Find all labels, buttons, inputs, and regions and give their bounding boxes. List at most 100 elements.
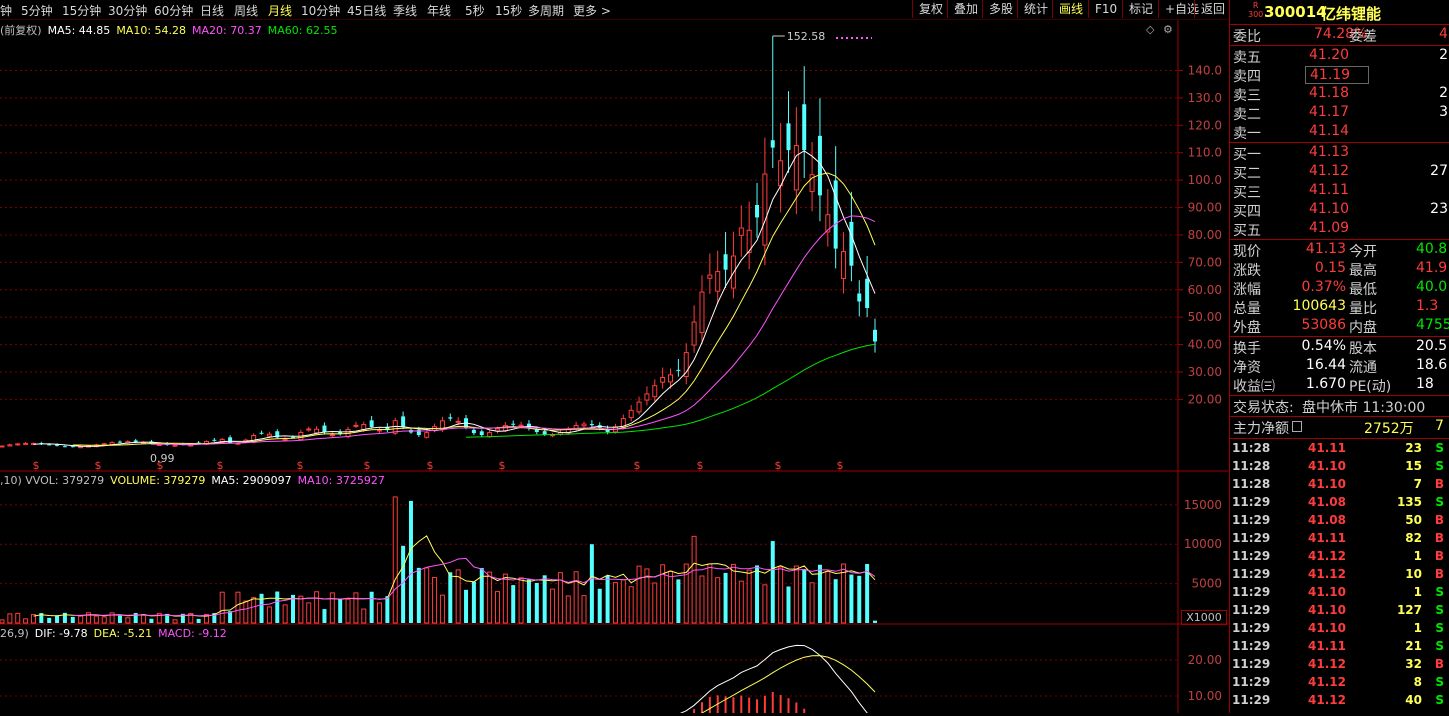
draw-line-button[interactable]: 画线 [1052, 0, 1088, 18]
period-more[interactable]: 更多 > [573, 2, 611, 19]
candle-body [581, 423, 587, 427]
diamond-icon[interactable]: ◇ [1146, 23, 1154, 36]
tick-row: 11:29 41.11 82 B [1230, 531, 1449, 549]
add-favorite-button[interactable]: +自选 [1158, 0, 1199, 18]
volume-bar [424, 567, 430, 624]
volume-bar [746, 569, 752, 624]
candle-body [353, 424, 359, 427]
period-1min[interactable]: 钟 [0, 2, 12, 19]
dividend-marker[interactable]: $ [775, 459, 782, 472]
period-week[interactable]: 周线 [234, 2, 258, 19]
kline-chart-svg[interactable]: 140.0 130.0 120.0 110.0 100.0 90.00 80.00 70.00… [0, 20, 1228, 716]
period-5min[interactable]: 5分钟 [21, 2, 53, 19]
candle-body [778, 160, 784, 187]
tick-time: 11:28 [1232, 459, 1271, 473]
stat-value: 1.3 [1416, 298, 1439, 314]
volume-bar [251, 597, 257, 624]
dividend-marker[interactable]: $ [634, 459, 641, 472]
candle-body [282, 438, 288, 441]
ask-label: 卖五 [1233, 50, 1261, 66]
ask-volume: 2 [1439, 47, 1448, 63]
volume-bar [196, 618, 201, 623]
tick-row: 11:28 41.10 7 B [1230, 477, 1449, 495]
candle-body [857, 293, 862, 302]
bid-label: 买一 [1233, 147, 1261, 163]
dividend-marker[interactable]: $ [837, 459, 844, 472]
period-60min[interactable]: 60分钟 [154, 2, 193, 19]
volume-bar [149, 618, 154, 623]
ma5-legend: MA5: 44.85 [47, 24, 111, 37]
period-15min[interactable]: 15分钟 [62, 2, 101, 19]
dividend-marker[interactable]: $ [297, 459, 304, 472]
dividend-marker[interactable]: $ [499, 459, 506, 472]
volume-tick-label: 5000 [1191, 577, 1222, 591]
statistics-button[interactable]: 统计 [1017, 0, 1053, 18]
candle-body [636, 401, 642, 413]
candle-body [401, 416, 406, 427]
stat-value: 18.6 [1416, 357, 1448, 373]
candle-body [266, 433, 272, 437]
volume-bar [141, 614, 147, 624]
ma10-legend: MA10: 54.28 [116, 24, 187, 37]
dividend-marker[interactable]: $ [364, 459, 371, 472]
volume-bar [329, 592, 335, 624]
volume-bar [802, 569, 807, 623]
period-45day[interactable]: 45日线 [347, 2, 386, 19]
candle-body [691, 321, 697, 346]
settings-icon[interactable]: ⚙ [1163, 23, 1173, 36]
stat-row: 净资 16.44 流通 18.6 [1230, 357, 1449, 376]
stat-label: 最低 [1349, 282, 1377, 298]
candle-body [448, 417, 453, 419]
ask-row: 卖二 41.17 3 [1230, 104, 1449, 123]
period-10min[interactable]: 10分钟 [301, 2, 340, 19]
dividend-marker[interactable]: $ [217, 459, 224, 472]
period-year[interactable]: 年线 [427, 2, 451, 19]
volume-bar [487, 571, 493, 624]
dividend-marker[interactable]: $ [33, 459, 40, 472]
period-day[interactable]: 日线 [200, 2, 224, 19]
multi-stock-button[interactable]: 多股 [982, 0, 1018, 18]
stat-value: 41.9 [1416, 260, 1448, 276]
candle-body [0, 445, 5, 448]
bid-price: 41.10 [1309, 201, 1350, 217]
price-tick-label: 50.00 [1188, 310, 1222, 324]
tick-price: 41.10 [1308, 459, 1346, 473]
back-button[interactable]: 返回 [1194, 0, 1228, 18]
chart-area[interactable]: 140.0 130.0 120.0 110.0 100.0 90.00 80.00 70.00… [0, 20, 1228, 716]
stat-value: 41.13 [1305, 241, 1346, 257]
volume-bar [605, 575, 610, 623]
period-multi[interactable]: 多周期 [528, 2, 564, 19]
restore-rights-button[interactable]: 复权 [912, 0, 948, 18]
tick-side: B [1434, 531, 1444, 545]
period-15sec[interactable]: 15秒 [495, 2, 522, 19]
volume-bar [70, 616, 75, 623]
candle-body [755, 204, 760, 218]
f10-button[interactable]: F10 [1088, 0, 1122, 18]
candle-body [770, 140, 775, 148]
separator [1230, 395, 1449, 396]
stock-badge: R 300 [1248, 1, 1263, 19]
tick-row: 11:29 41.12 8 S [1230, 675, 1449, 693]
dividend-marker[interactable]: $ [427, 459, 434, 472]
dividend-marker[interactable]: $ [697, 459, 704, 472]
volume-bar [636, 565, 642, 624]
high-label: 152.58 [787, 30, 826, 43]
tick-side: S [1435, 441, 1444, 455]
volume-bar [589, 544, 594, 623]
stat-label: 换手 [1233, 341, 1261, 357]
macd-tick-label: 10.00 [1188, 689, 1222, 703]
ask-row: 卖三 41.18 2 [1230, 85, 1449, 104]
candle-body [518, 424, 524, 427]
list-icon[interactable] [1292, 421, 1302, 432]
period-30min[interactable]: 30分钟 [108, 2, 147, 19]
period-month[interactable]: 月线 [268, 2, 292, 19]
overlay-button[interactable]: 叠加 [947, 0, 983, 18]
period-5sec[interactable]: 5秒 [465, 2, 485, 19]
dividend-marker[interactable]: $ [95, 459, 102, 472]
dividend-marker[interactable]: $ [157, 459, 164, 472]
tick-time: 11:29 [1232, 513, 1271, 527]
ma60-legend: MA60: 62.55 [267, 24, 338, 37]
period-quarter[interactable]: 季线 [393, 2, 417, 19]
mark-button[interactable]: 标记 [1122, 0, 1158, 18]
volume-bar [833, 579, 838, 623]
